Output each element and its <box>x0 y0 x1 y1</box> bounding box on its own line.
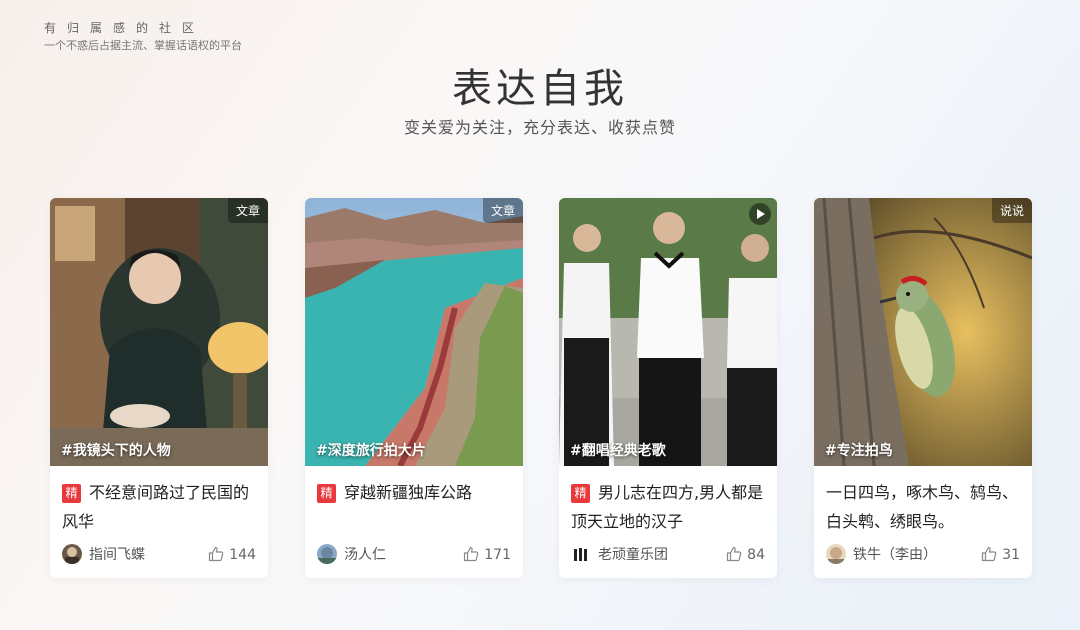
post-card[interactable]: 说说 #专注拍鸟 一日四鸟，啄木鸟、鸫鸟、白头鹎、绣眼鸟。 铁牛（李由） 31 <box>814 198 1032 578</box>
post-card[interactable]: 文章 #深度旅行拍大片 精穿越新疆独库公路 汤人仁 171 <box>305 198 523 578</box>
brand: 有归属感的社区 一个不惑后占据主流、掌握话语权的平台 <box>44 20 242 54</box>
author-name[interactable]: 老顽童乐团 <box>598 545 668 565</box>
featured-badge: 精 <box>317 484 336 503</box>
post-image[interactable]: 文章 #我镜头下的人物 <box>50 198 268 466</box>
thumbs-up-icon <box>982 546 997 562</box>
brand-tagline: 一个不惑后占据主流、掌握话语权的平台 <box>44 39 242 52</box>
author-name[interactable]: 铁牛（李由） <box>853 545 937 565</box>
post-title[interactable]: 精男儿志在四方,男人都是顶天立地的汉子 <box>571 478 769 536</box>
post-type-badge: 文章 <box>482 198 523 223</box>
post-meta: 指间飞蝶 144 <box>62 544 256 566</box>
thumbs-up-icon <box>727 546 742 562</box>
post-title-text: 穿越新疆独库公路 <box>344 483 473 502</box>
post-title-text: 不经意间路过了民国的风华 <box>62 483 250 531</box>
topic-tag[interactable]: #翻唱经典老歌 <box>570 440 666 460</box>
topic-tag[interactable]: #我镜头下的人物 <box>61 440 171 460</box>
play-icon[interactable] <box>749 203 771 225</box>
post-image[interactable]: 文章 #深度旅行拍大片 <box>305 198 523 466</box>
thumbs-up-icon <box>209 546 224 562</box>
author-name[interactable]: 汤人仁 <box>344 545 386 565</box>
featured-badge: 精 <box>62 484 81 503</box>
post-type-badge: 文章 <box>227 198 268 223</box>
post-image[interactable]: 说说 #专注拍鸟 <box>814 198 1032 466</box>
avatar[interactable] <box>826 544 846 564</box>
like-count[interactable]: 171 <box>463 545 511 565</box>
topic-tag[interactable]: #深度旅行拍大片 <box>316 440 426 460</box>
like-number: 144 <box>229 547 256 563</box>
post-title-text: 男儿志在四方,男人都是顶天立地的汉子 <box>571 483 764 531</box>
topic-tag[interactable]: #专注拍鸟 <box>825 440 893 460</box>
post-title[interactable]: 一日四鸟，啄木鸟、鸫鸟、白头鹎、绣眼鸟。 <box>826 478 1024 536</box>
featured-badge: 精 <box>571 484 590 503</box>
like-number: 84 <box>747 547 765 563</box>
post-image[interactable]: #翻唱经典老歌 <box>559 198 777 466</box>
like-count[interactable]: 31 <box>981 545 1020 565</box>
like-count[interactable]: 144 <box>208 545 256 565</box>
post-type-badge: 说说 <box>991 198 1032 223</box>
like-number: 31 <box>1002 547 1020 563</box>
post-meta: 老顽童乐团 84 <box>571 544 765 566</box>
like-count[interactable]: 84 <box>726 545 765 565</box>
author-name[interactable]: 指间飞蝶 <box>89 545 145 565</box>
avatar[interactable] <box>317 544 337 564</box>
avatar[interactable] <box>571 544 591 564</box>
hero-subtitle: 变关爱为关注，充分表达、收获点赞 <box>403 118 676 137</box>
post-meta: 铁牛（李由） 31 <box>826 544 1020 566</box>
post-title-text: 一日四鸟，啄木鸟、鸫鸟、白头鹎、绣眼鸟。 <box>826 483 1019 531</box>
avatar[interactable] <box>62 544 82 564</box>
thumbs-up-icon <box>464 546 479 562</box>
post-title[interactable]: 精穿越新疆独库公路 <box>317 478 515 507</box>
post-card[interactable]: 文章 #我镜头下的人物 精不经意间路过了民国的风华 指间飞蝶 144 <box>50 198 268 578</box>
brand-slogan: 有归属感的社区 <box>44 21 206 35</box>
hero-title: 表达自我 <box>452 66 628 112</box>
post-title[interactable]: 精不经意间路过了民国的风华 <box>62 478 260 536</box>
post-meta: 汤人仁 171 <box>317 544 511 566</box>
post-card[interactable]: #翻唱经典老歌 精男儿志在四方,男人都是顶天立地的汉子 老顽童乐团 84 <box>559 198 777 578</box>
like-number: 171 <box>484 547 511 563</box>
